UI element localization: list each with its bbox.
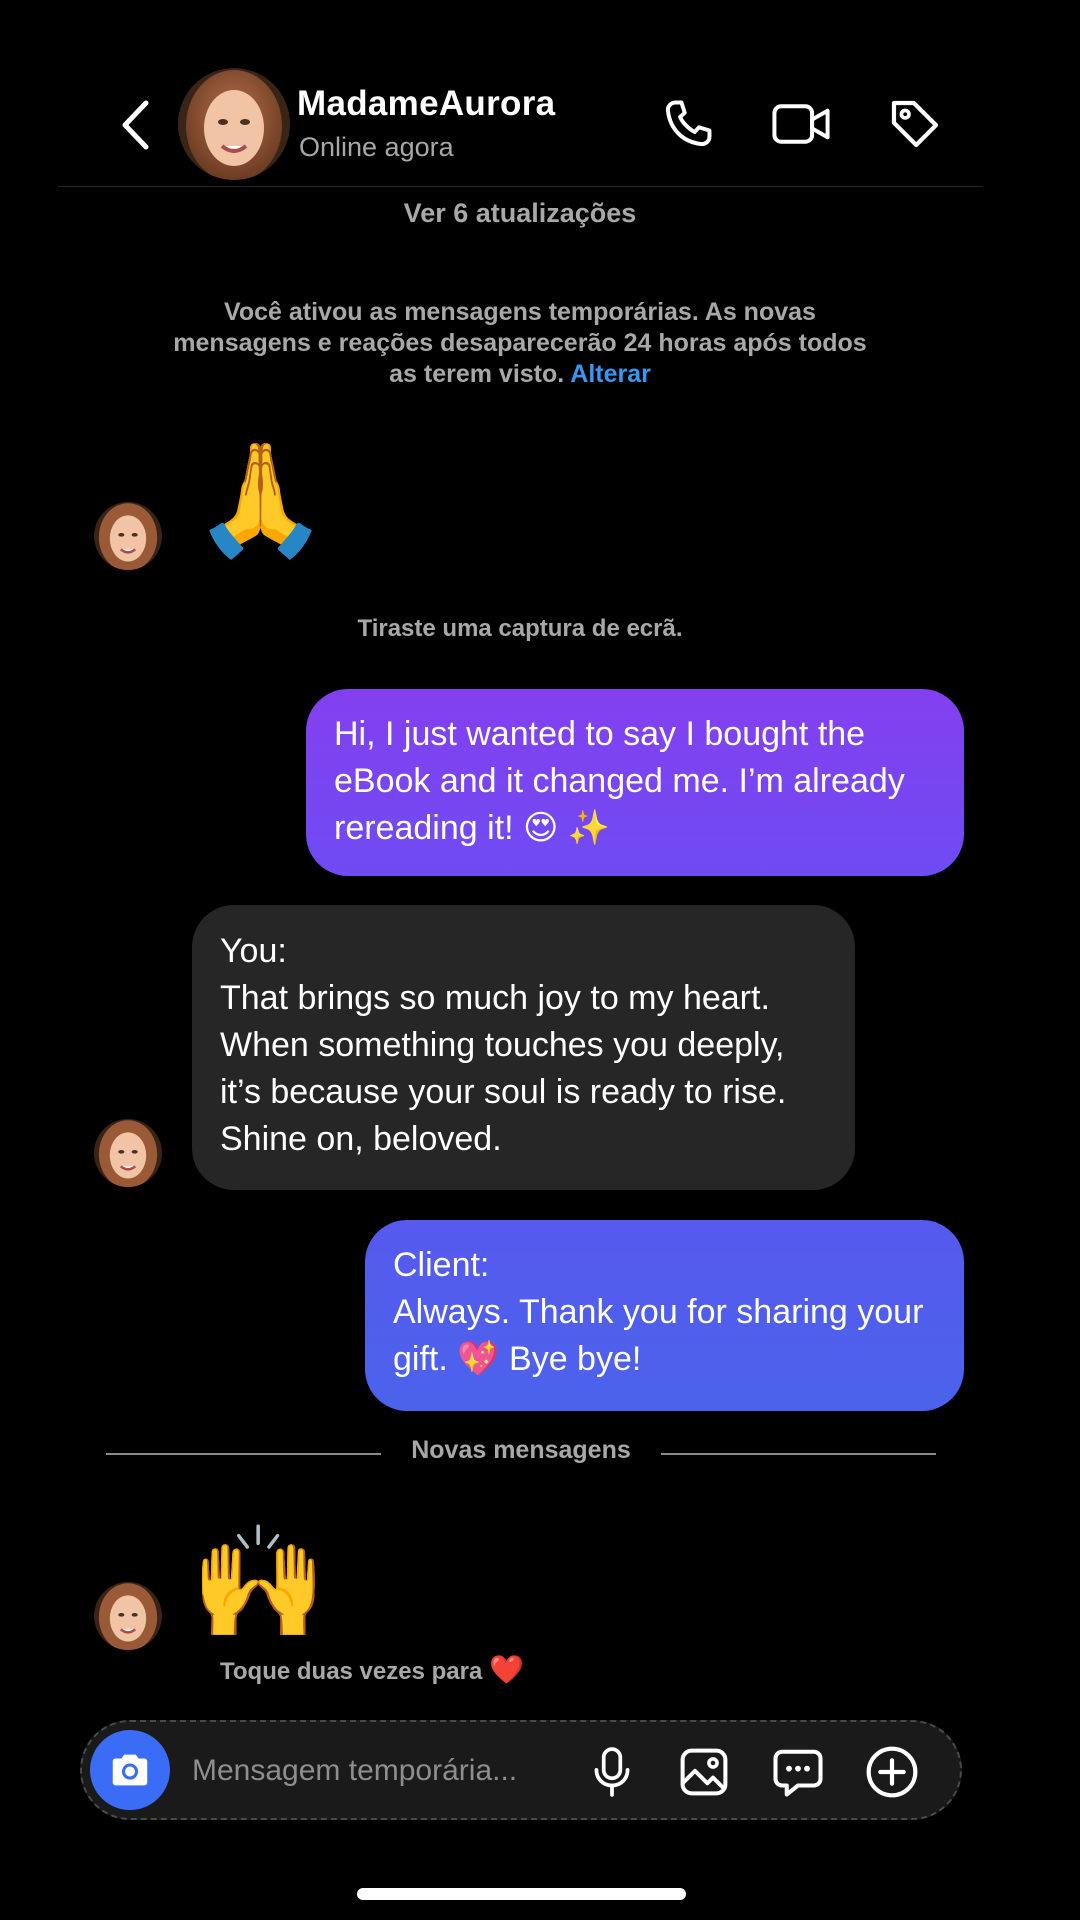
chat-header: MadameAurora Online agora — [0, 60, 1080, 185]
home-indicator[interactable] — [357, 1888, 686, 1900]
double-tap-hint: Toque duas vezes para ❤️ — [220, 1653, 524, 1686]
new-messages-label: Novas mensagens — [411, 1436, 631, 1464]
new-messages-divider: Novas mensagens — [106, 1436, 936, 1470]
message-input[interactable] — [190, 1746, 574, 1796]
sticker-button[interactable] — [768, 1742, 828, 1802]
contact-status: Online agora — [299, 132, 454, 162]
divider-line — [661, 1453, 936, 1455]
see-updates-link[interactable]: Ver 6 atualizações — [0, 198, 1040, 229]
temporary-messages-text: Você ativou as mensagens temporárias. As… — [173, 298, 867, 388]
phone-icon — [665, 100, 712, 147]
more-options-button[interactable] — [862, 1742, 922, 1802]
temporary-messages-notice: Você ativou as mensagens temporárias. As… — [170, 297, 870, 390]
gallery-button[interactable] — [674, 1742, 734, 1802]
voice-message-button[interactable] — [582, 1742, 642, 1802]
video-camera-icon — [772, 104, 830, 144]
screenshot-notice: Tiraste uma captura de ecrã. — [357, 615, 683, 642]
contact-name[interactable]: MadameAurora — [297, 84, 555, 124]
tag-icon — [891, 100, 939, 148]
message-composer — [80, 1720, 962, 1820]
voice-call-button[interactable] — [656, 92, 720, 156]
tag-button[interactable] — [883, 92, 947, 156]
sender-avatar[interactable] — [94, 1119, 162, 1187]
change-link[interactable]: Alterar — [570, 360, 651, 388]
back-button[interactable] — [110, 95, 160, 155]
sender-avatar[interactable] — [94, 1582, 162, 1650]
plus-icon — [866, 1746, 918, 1798]
praying-hands-emoji-message[interactable]: 🙏 — [192, 445, 329, 555]
incoming-message-bubble[interactable]: You: That brings so much joy to my heart… — [192, 905, 855, 1190]
camera-button[interactable] — [90, 1730, 170, 1810]
header-divider — [58, 186, 983, 187]
microphone-icon — [594, 1747, 630, 1797]
heart-icon: ❤️ — [488, 1654, 524, 1685]
gallery-icon — [680, 1748, 728, 1796]
double-tap-text: Toque duas vezes para — [220, 1658, 483, 1685]
sticker-icon — [773, 1749, 823, 1797]
back-arrow-icon — [122, 100, 149, 150]
camera-icon — [112, 1754, 148, 1786]
sender-avatar[interactable] — [94, 502, 162, 570]
outgoing-message-bubble[interactable]: Client: Always. Thank you for sharing yo… — [365, 1220, 964, 1411]
outgoing-message-bubble[interactable]: Hi, I just wanted to say I bought the eB… — [306, 689, 964, 876]
raising-hands-emoji-message[interactable]: 🙌 — [190, 1528, 327, 1638]
video-call-button[interactable] — [769, 92, 833, 156]
contact-avatar[interactable] — [178, 68, 290, 180]
